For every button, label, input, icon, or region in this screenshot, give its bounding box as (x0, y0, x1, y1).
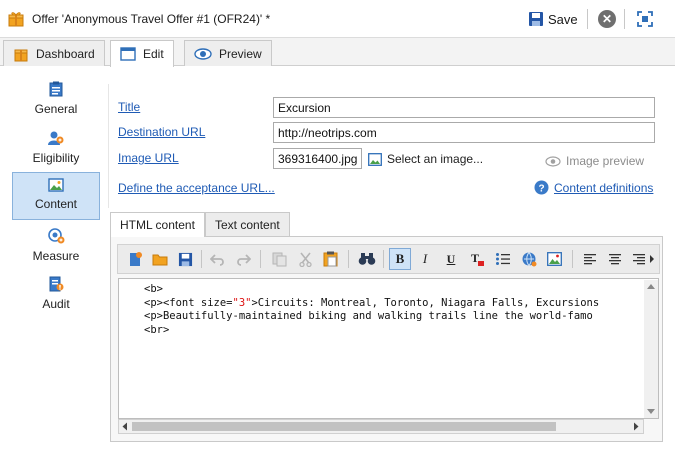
save-icon[interactable] (174, 248, 196, 270)
bold-button[interactable]: B (389, 248, 411, 270)
toolbar-separator (572, 250, 573, 268)
clipboard-icon (49, 81, 63, 97)
tab-label: Preview (219, 46, 262, 61)
toolbar-divider (587, 9, 588, 29)
toolbar-separator (348, 250, 349, 268)
svg-text:T: T (471, 251, 479, 265)
image-preview-button[interactable]: Image preview (545, 154, 644, 168)
offer-gift-icon (8, 12, 24, 27)
copy-icon[interactable] (268, 248, 290, 270)
image-url-link[interactable]: Image URL (118, 151, 179, 165)
new-document-icon[interactable] (124, 248, 146, 270)
select-image-button[interactable]: Select an image... (368, 152, 483, 166)
save-icon (529, 12, 543, 26)
destination-url-link[interactable]: Destination URL (118, 125, 205, 139)
image-icon (368, 152, 382, 166)
code-line: <b> (144, 283, 163, 295)
destination-url-field[interactable] (273, 122, 655, 143)
picture-icon (48, 178, 64, 192)
sidebar-item-label: Audit (42, 297, 70, 311)
sidebar-item-measure[interactable]: Measure (12, 223, 100, 271)
content-definitions-button[interactable]: ? Content definitions (534, 180, 653, 195)
tab-edit[interactable]: Edit (110, 40, 174, 67)
target-icon (48, 228, 65, 244)
html-code-editor[interactable]: <b> <p><font size="3">Circuits: Montreal,… (118, 278, 659, 419)
code-line: <p><font size="3">Circuits: Montreal, To… (144, 297, 658, 311)
eye-icon (194, 47, 212, 60)
toolbar-separator (260, 250, 261, 268)
acceptance-url-link[interactable]: Define the acceptance URL... (118, 181, 275, 195)
italic-button[interactable]: I (414, 248, 436, 270)
title-field[interactable] (273, 97, 655, 118)
tab-dashboard[interactable]: Dashboard (3, 40, 105, 66)
select-image-label: Select an image... (387, 152, 484, 166)
tab-label: Dashboard (36, 46, 95, 61)
tab-text-content[interactable]: Text content (205, 212, 290, 236)
content-definitions-link: Content definitions (554, 180, 654, 195)
eye-icon (545, 155, 561, 167)
help-icon: ? (534, 180, 549, 195)
horizontal-scrollbar-thumb[interactable] (132, 422, 556, 431)
cut-icon[interactable] (294, 248, 316, 270)
toolbar-overflow-icon[interactable] (646, 248, 658, 270)
find-binoculars-icon[interactable] (356, 248, 378, 270)
dashboard-icon (14, 49, 28, 61)
edit-icon (120, 47, 136, 61)
toolbar-separator (383, 250, 384, 268)
redo-icon[interactable] (232, 248, 254, 270)
image-url-field[interactable] (273, 148, 362, 169)
insert-image-icon[interactable] (543, 248, 565, 270)
svg-text:?: ? (538, 183, 544, 194)
underline-button[interactable]: U (440, 248, 462, 270)
tab-label: Edit (143, 47, 164, 61)
sidebar-item-audit[interactable]: Audit (12, 271, 100, 319)
code-string: "3" (232, 296, 252, 309)
audit-icon (49, 276, 64, 292)
expand-icon[interactable] (635, 9, 655, 29)
text-color-icon[interactable]: T (466, 248, 488, 270)
align-center-icon[interactable] (604, 248, 626, 270)
tab-html-content[interactable]: HTML content (110, 212, 205, 237)
tab-preview[interactable]: Preview (184, 40, 272, 66)
title-link[interactable]: Title (118, 100, 140, 114)
image-preview-label: Image preview (566, 154, 645, 168)
code-text: <p><font size= (144, 296, 233, 309)
align-left-icon[interactable] (579, 248, 601, 270)
code-text: >Circuits: Montreal, Toronto, Niagara Fa… (251, 296, 600, 309)
vertical-scrollbar[interactable] (644, 280, 658, 418)
save-button[interactable]: Save (528, 8, 578, 30)
sidebar-item-label: General (34, 102, 78, 116)
save-label: Save (548, 11, 578, 27)
insert-link-icon[interactable] (518, 248, 540, 270)
sidebar-item-content[interactable]: Content (12, 172, 100, 220)
code-line: <p>Beautifully-maintained biking and wal… (144, 310, 593, 322)
open-folder-icon[interactable] (149, 248, 171, 270)
bullet-list-icon[interactable] (492, 248, 514, 270)
sidebar-item-label: Eligibility (32, 151, 80, 165)
sidebar-item-eligibility[interactable]: Eligibility (12, 125, 100, 173)
code-line: <br> (144, 323, 170, 336)
sidebar-item-label: Content (34, 197, 78, 211)
paste-icon[interactable] (319, 248, 341, 270)
window-title: Offer 'Anonymous Travel Offer #1 (OFR24)… (32, 12, 271, 26)
sidebar-item-general[interactable]: General (12, 76, 100, 124)
close-icon[interactable]: ✕ (598, 10, 616, 28)
users-icon (48, 131, 64, 145)
toolbar-separator (201, 250, 202, 268)
toolbar-divider (624, 9, 625, 29)
sidebar-item-label: Measure (32, 249, 80, 263)
undo-icon[interactable] (207, 248, 229, 270)
